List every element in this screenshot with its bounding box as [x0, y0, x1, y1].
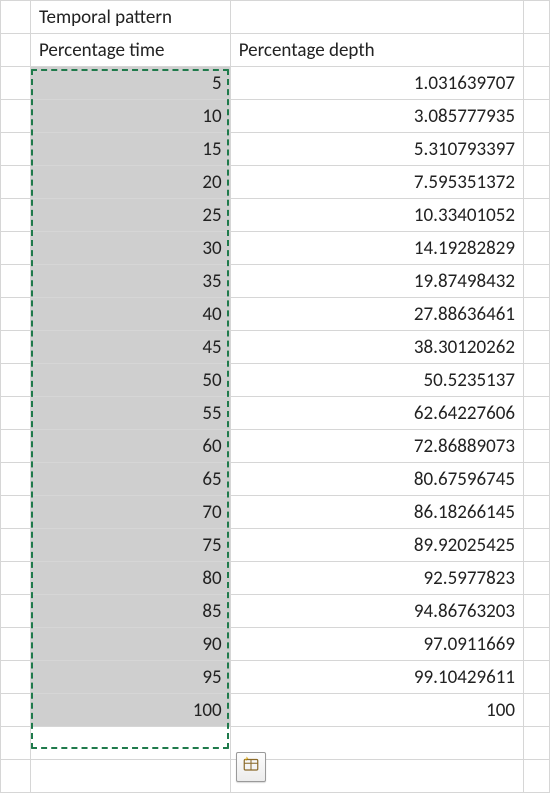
cell-blank[interactable] [1, 1, 31, 34]
table-row: 8594.86763203 [1, 595, 550, 628]
time-cell[interactable]: 85 [30, 595, 230, 628]
table-row: 3519.87498432 [1, 265, 550, 298]
time-cell[interactable]: 90 [30, 628, 230, 661]
depth-cell[interactable]: 92.5977823 [230, 562, 523, 595]
spreadsheet-grid[interactable]: Temporal pattern Percentage time Percent… [0, 0, 550, 793]
time-cell[interactable]: 15 [30, 133, 230, 166]
depth-cell[interactable]: 27.88636461 [230, 298, 523, 331]
table-row: 2510.33401052 [1, 199, 550, 232]
cell-blank[interactable] [30, 760, 230, 793]
depth-cell[interactable]: 14.19282829 [230, 232, 523, 265]
col2-header-cell[interactable]: Percentage depth [230, 34, 523, 67]
depth-cell[interactable]: 7.595351372 [230, 166, 523, 199]
cell-blank[interactable] [230, 1, 523, 34]
depth-cell[interactable]: 62.64227606 [230, 397, 523, 430]
depth-cell[interactable]: 86.18266145 [230, 496, 523, 529]
table-row: 51.031639707 [1, 67, 550, 100]
time-cell[interactable]: 75 [30, 529, 230, 562]
table-row: 4538.30120262 [1, 331, 550, 364]
time-cell[interactable]: 20 [30, 166, 230, 199]
table-row: 5562.64227606 [1, 397, 550, 430]
time-cell[interactable]: 95 [30, 661, 230, 694]
quick-analysis-button[interactable] [236, 752, 266, 782]
table-row: 3014.19282829 [1, 232, 550, 265]
time-cell[interactable]: 55 [30, 397, 230, 430]
table-row: Temporal pattern [1, 1, 550, 34]
depth-cell[interactable]: 94.86763203 [230, 595, 523, 628]
table-row: 9599.10429611 [1, 661, 550, 694]
time-cell[interactable]: 45 [30, 331, 230, 364]
time-cell[interactable]: 10 [30, 100, 230, 133]
cell-blank[interactable] [230, 727, 523, 760]
title-cell[interactable]: Temporal pattern [30, 1, 230, 34]
time-cell[interactable]: 50 [30, 364, 230, 397]
depth-cell[interactable]: 3.085777935 [230, 100, 523, 133]
time-cell[interactable]: 60 [30, 430, 230, 463]
table-row: 7086.18266145 [1, 496, 550, 529]
depth-cell[interactable]: 5.310793397 [230, 133, 523, 166]
depth-cell[interactable]: 50.5235137 [230, 364, 523, 397]
time-cell[interactable]: 40 [30, 298, 230, 331]
depth-cell[interactable]: 99.10429611 [230, 661, 523, 694]
cell-blank[interactable] [524, 34, 550, 67]
quick-analysis-icon [242, 755, 260, 779]
table-row: Percentage time Percentage depth [1, 34, 550, 67]
depth-cell[interactable]: 100 [230, 694, 523, 727]
time-cell[interactable]: 25 [30, 199, 230, 232]
cell-blank[interactable] [524, 1, 550, 34]
table-row: 207.595351372 [1, 166, 550, 199]
table-row: 7589.92025425 [1, 529, 550, 562]
table-row: 5050.5235137 [1, 364, 550, 397]
time-cell[interactable]: 35 [30, 265, 230, 298]
col1-header-cell[interactable]: Percentage time [30, 34, 230, 67]
table-row: 100100 [1, 694, 550, 727]
table-row: 4027.88636461 [1, 298, 550, 331]
depth-cell[interactable]: 89.92025425 [230, 529, 523, 562]
time-cell[interactable]: 5 [30, 67, 230, 100]
table-row: 155.310793397 [1, 133, 550, 166]
depth-cell[interactable]: 38.30120262 [230, 331, 523, 364]
time-cell[interactable]: 30 [30, 232, 230, 265]
table-row [1, 760, 550, 793]
table-row [1, 727, 550, 760]
time-cell[interactable]: 100 [30, 694, 230, 727]
table-row: 6072.86889073 [1, 430, 550, 463]
table-row: 9097.0911669 [1, 628, 550, 661]
table-row: 8092.5977823 [1, 562, 550, 595]
cell-blank[interactable] [30, 727, 230, 760]
depth-cell[interactable]: 80.67596745 [230, 463, 523, 496]
depth-cell[interactable]: 1.031639707 [230, 67, 523, 100]
time-cell[interactable]: 80 [30, 562, 230, 595]
depth-cell[interactable]: 19.87498432 [230, 265, 523, 298]
cell-blank[interactable] [230, 760, 523, 793]
depth-cell[interactable]: 10.33401052 [230, 199, 523, 232]
time-cell[interactable]: 65 [30, 463, 230, 496]
table-row: 6580.67596745 [1, 463, 550, 496]
table-row: 103.085777935 [1, 100, 550, 133]
time-cell[interactable]: 70 [30, 496, 230, 529]
spreadsheet-viewport[interactable]: Temporal pattern Percentage time Percent… [0, 0, 550, 802]
cell-blank[interactable] [1, 34, 31, 67]
depth-cell[interactable]: 72.86889073 [230, 430, 523, 463]
depth-cell[interactable]: 97.0911669 [230, 628, 523, 661]
